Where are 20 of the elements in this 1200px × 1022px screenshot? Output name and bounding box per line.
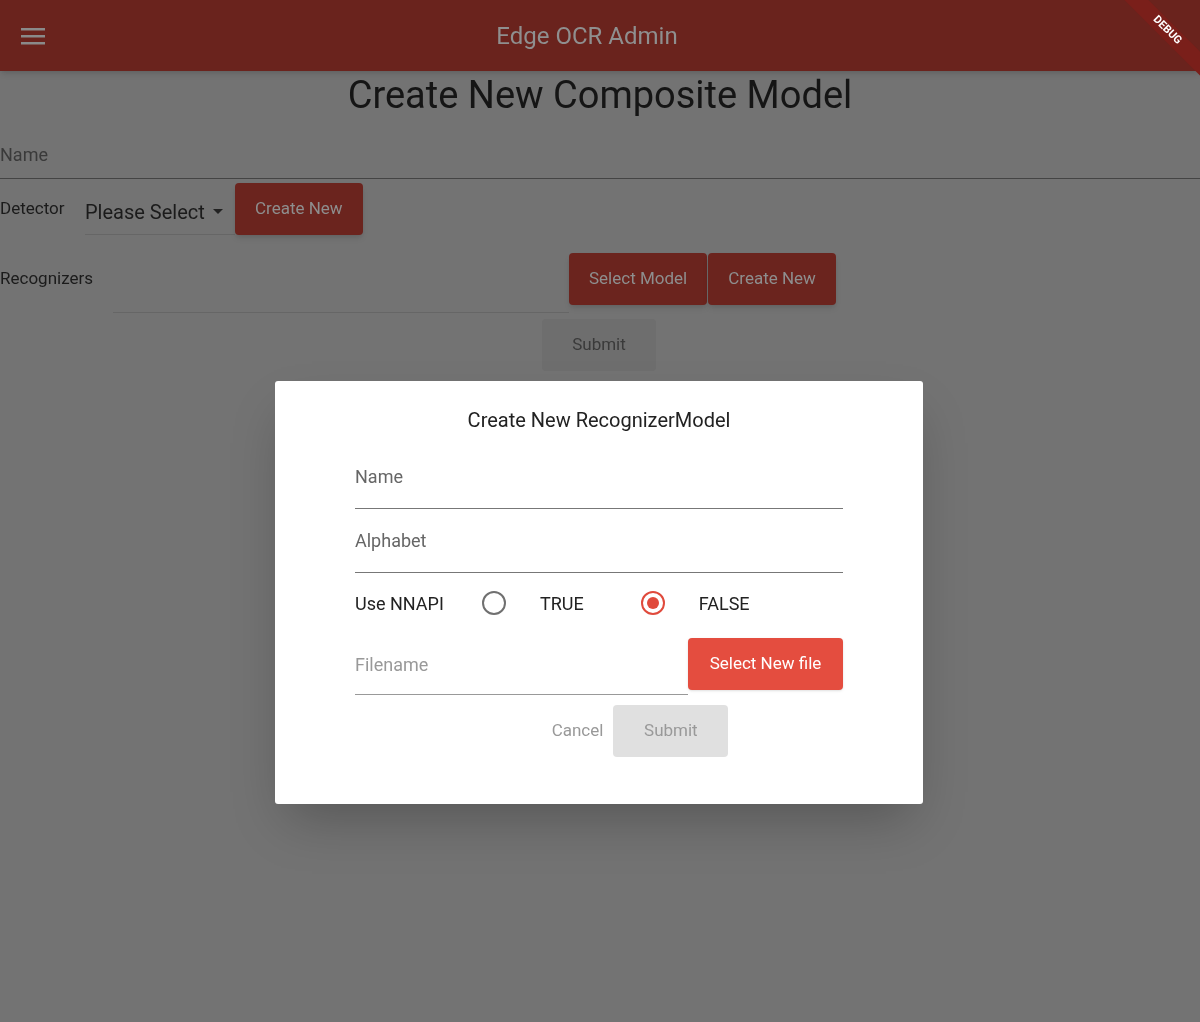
radio-button[interactable]: [482, 591, 506, 615]
alphabet-field[interactable]: Alphabet: [355, 517, 843, 573]
detector-label: Detector: [0, 197, 66, 221]
cancel-button[interactable]: Cancel: [551, 718, 604, 744]
create-new-button[interactable]: Create New: [235, 183, 363, 235]
name-field[interactable]: Name: [0, 136, 1200, 179]
radio-label: TRUE: [540, 591, 584, 616]
dialog-title: Create New RecognizerModel: [466, 407, 732, 434]
name-field[interactable]: Name: [355, 453, 843, 509]
app-title: Edge OCR Admin: [496, 20, 678, 52]
recognizers-label: Recognizers: [0, 267, 94, 291]
create-new-button[interactable]: Create New: [708, 253, 836, 305]
use-nnapi-label: Use NNAPI: [355, 591, 445, 616]
radio-button[interactable]: [640, 591, 665, 615]
dropdown-caret-icon: [212, 209, 223, 214]
select-new-file-button[interactable]: Select New file: [688, 638, 843, 690]
radio-label: FALSE: [698, 591, 750, 616]
menu-icon[interactable]: [20, 25, 46, 46]
select-model-button[interactable]: Select Model: [569, 253, 708, 305]
page-heading: Create New Composite Model: [346, 72, 854, 118]
